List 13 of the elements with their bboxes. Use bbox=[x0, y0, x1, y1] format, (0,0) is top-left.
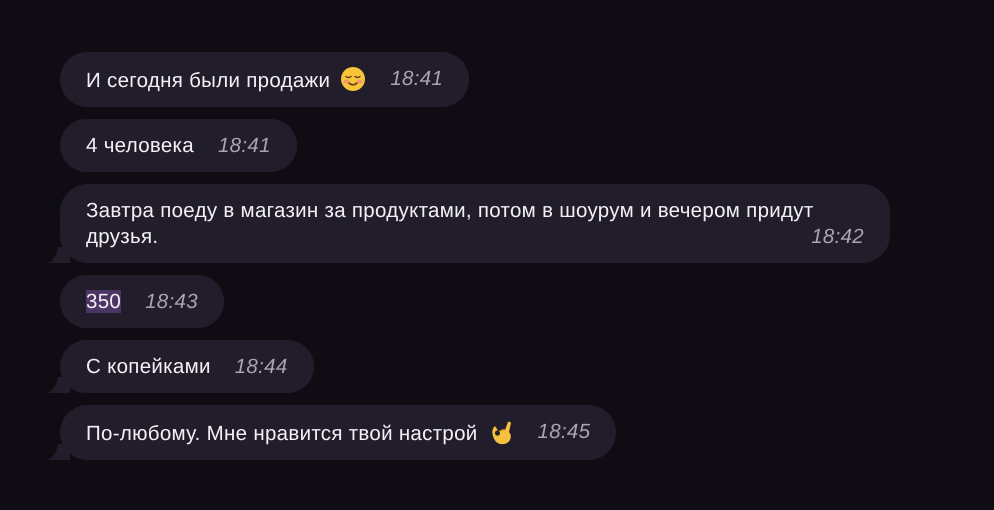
message-text: По-любому. Мне нравится твой настрой bbox=[86, 422, 478, 445]
message-text: 4 человека bbox=[86, 134, 194, 157]
message-text: С копейками bbox=[86, 355, 211, 378]
message-time: 18:41 bbox=[218, 133, 271, 159]
message-time: 18:45 bbox=[538, 419, 590, 445]
message-text: И сегодня были продажи bbox=[86, 69, 330, 92]
message-text: Завтра поеду в магазин за продуктами, потом в шоурум и вечером придут друзья. bbox=[86, 199, 814, 248]
message-time: 18:42 bbox=[811, 224, 864, 250]
message-time: 18:43 bbox=[145, 289, 198, 315]
message-time: 18:44 bbox=[234, 354, 288, 380]
message-text: 350 bbox=[86, 290, 122, 313]
smiling-face-icon bbox=[340, 66, 366, 92]
message-time: 18:41 bbox=[390, 66, 444, 92]
